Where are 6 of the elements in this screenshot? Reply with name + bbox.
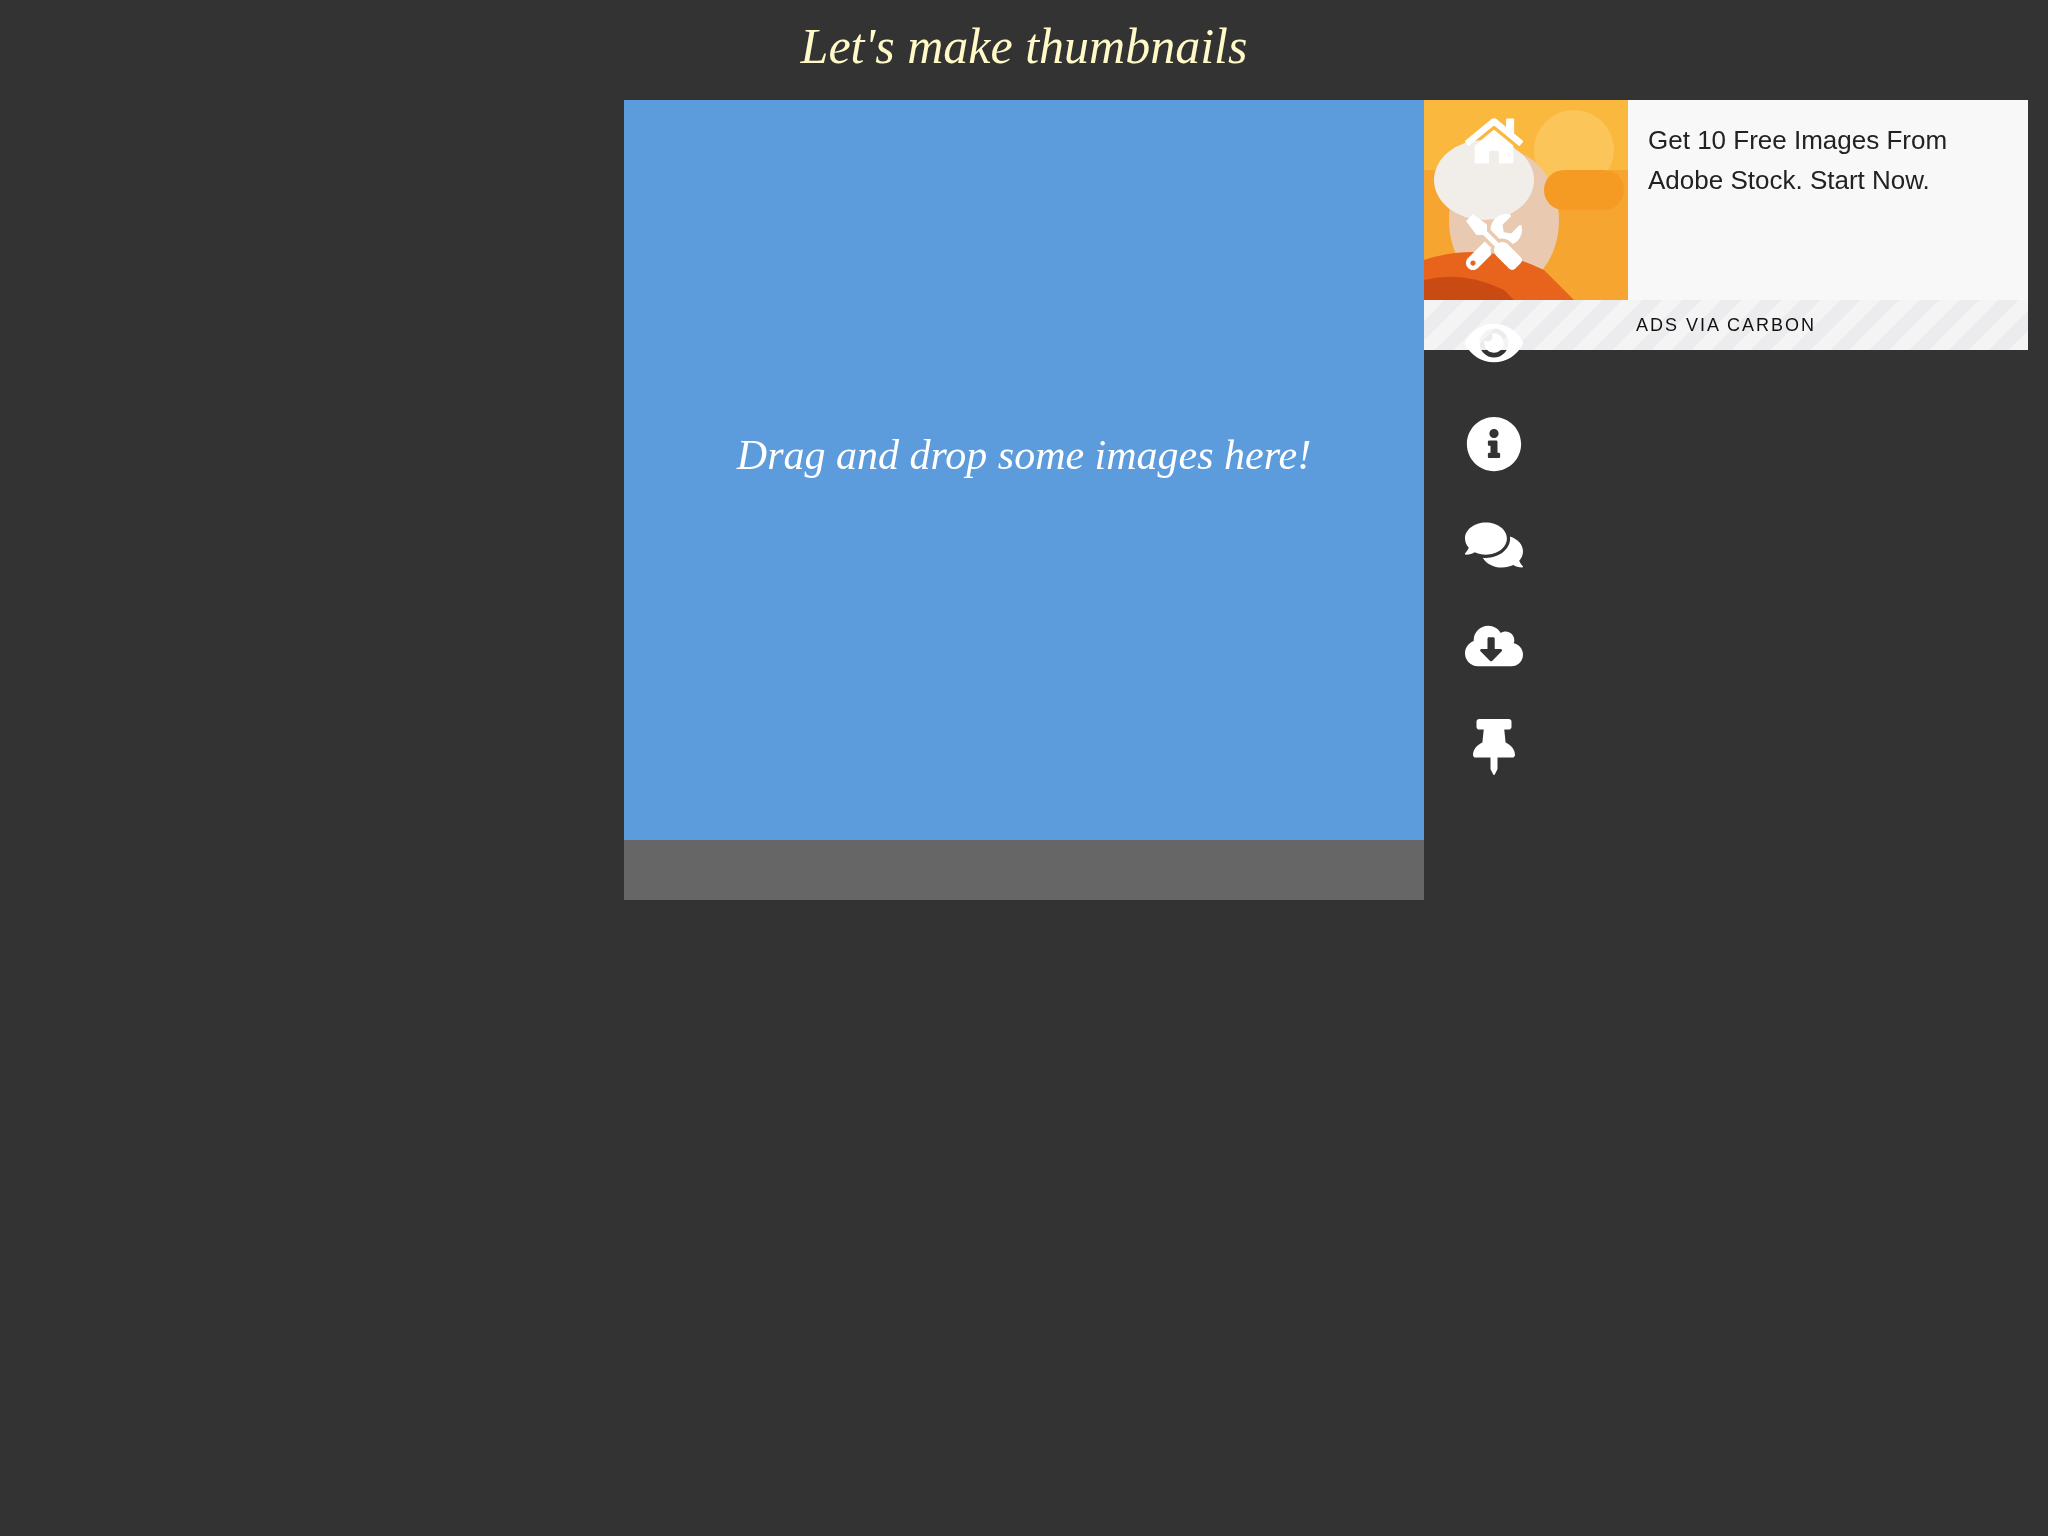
tools-icon[interactable] xyxy=(1464,213,1524,270)
page-title: Let's make thumbnails xyxy=(800,18,1248,76)
ad-footer-label[interactable]: ADS VIA CARBON xyxy=(1635,314,1816,336)
info-icon[interactable] xyxy=(1464,415,1524,472)
drop-zone-message: Drag and drop some images here! xyxy=(736,431,1312,479)
ad-text[interactable]: Get 10 Free Images From Adobe Stock. Start Now. xyxy=(1628,100,2028,300)
